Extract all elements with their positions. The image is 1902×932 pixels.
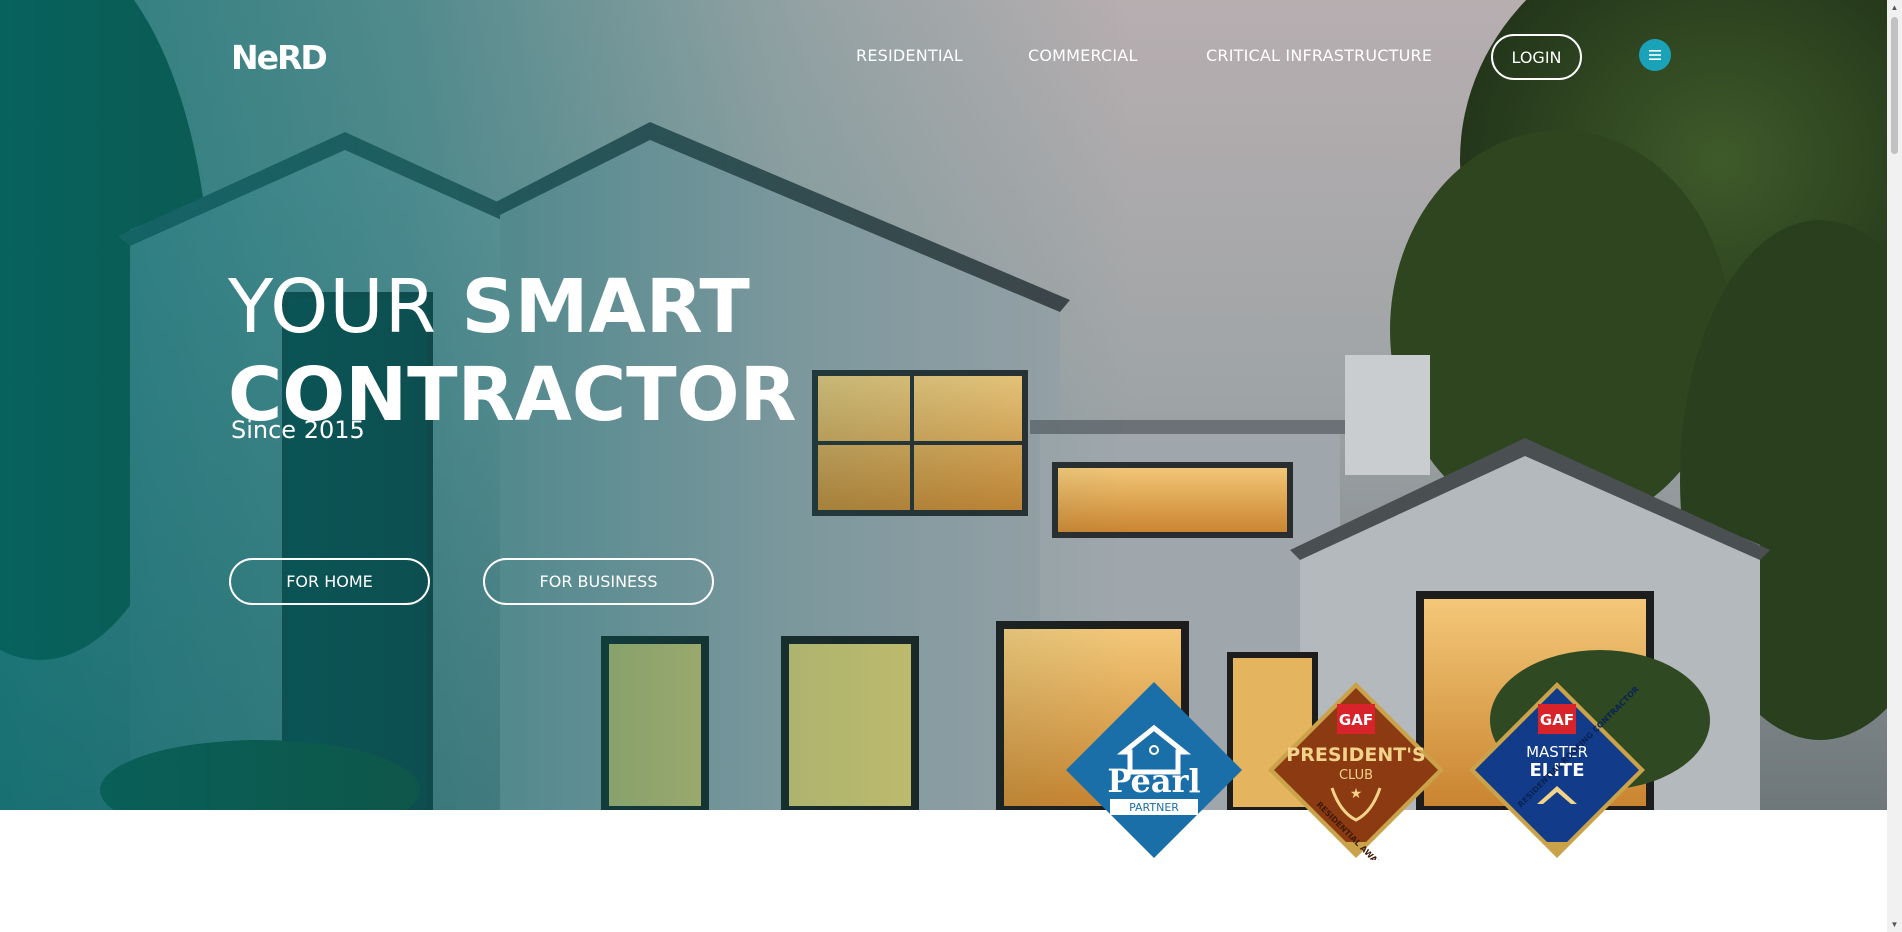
menu-button[interactable]: [1639, 39, 1671, 71]
nav-link-residential[interactable]: RESIDENTIAL: [856, 46, 963, 66]
page-scrollbar[interactable]: ▲ ▼: [1887, 0, 1902, 932]
pearl-badge-name: Pearl: [1107, 762, 1200, 800]
scroll-thumb[interactable]: [1891, 17, 1898, 154]
presidents-gaf-logo: GAF: [1339, 711, 1373, 729]
gaf-presidents-club-badge: GAF PRESIDENT'S CLUB ★ RESIDENTIAL AWARD…: [1268, 682, 1444, 860]
page: NeRD RESIDENTIAL COMMERCIAL CRITICAL INF…: [0, 0, 1887, 932]
hamburger-icon: [1649, 50, 1661, 60]
scroll-up-arrow-icon[interactable]: ▲: [1887, 0, 1902, 15]
gaf-master-elite-badge: GAF MASTER ELITE RESIDENTIAL ROOFING CON…: [1469, 682, 1645, 858]
headline-smart: SMART: [461, 264, 750, 350]
for-business-button[interactable]: FOR BUSINESS: [483, 558, 714, 605]
login-button[interactable]: LOGIN: [1491, 34, 1582, 80]
nav-link-critical-infrastructure[interactable]: CRITICAL INFRASTRUCTURE: [1206, 46, 1432, 66]
for-home-button[interactable]: FOR HOME: [229, 558, 430, 605]
since-text: Since 2015: [231, 416, 365, 444]
scroll-down-arrow-icon[interactable]: ▼: [1887, 917, 1902, 932]
headline-your: YOUR: [228, 264, 462, 350]
master-gaf-logo: GAF: [1540, 711, 1574, 729]
star-icon: ★: [1350, 785, 1363, 801]
presidents-badge-name: PRESIDENT'S: [1286, 744, 1425, 766]
nerd-logo[interactable]: NeRD: [231, 40, 328, 76]
pearl-badge-sub: PARTNER: [1129, 801, 1179, 814]
nav-link-commercial[interactable]: COMMERCIAL: [1028, 46, 1138, 66]
presidents-badge-sub: CLUB: [1339, 768, 1373, 783]
pearl-partner-badge: Pearl PARTNER: [1066, 682, 1242, 858]
